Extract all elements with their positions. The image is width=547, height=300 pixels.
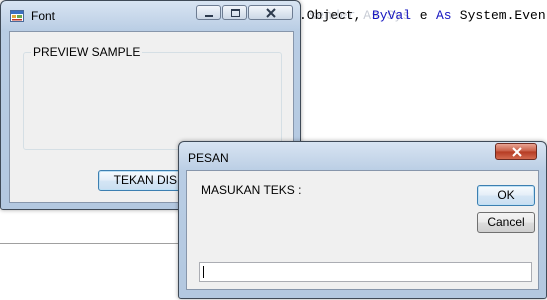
- groupbox-label: PREVIEW SAMPLE: [31, 45, 143, 59]
- code-type-text: System.Even: [452, 8, 546, 23]
- dialog-client-area: MASUKAN TEKS : OK Cancel: [186, 170, 539, 290]
- preview-sample-groupbox: PREVIEW SAMPLE: [23, 45, 282, 150]
- form-app-icon: [10, 9, 24, 22]
- window-title: Font: [31, 9, 56, 23]
- cancel-button[interactable]: Cancel: [477, 212, 535, 233]
- close-icon: [512, 147, 522, 157]
- code-param-e: e: [412, 8, 436, 23]
- maximize-button[interactable]: [222, 5, 247, 20]
- editor-divider: [0, 243, 185, 244]
- prompt-label: MASUKAN TEKS :: [201, 183, 302, 197]
- maximize-icon: [231, 9, 240, 17]
- pesan-dialog: PESAN MASUKAN TEKS : OK Cancel: [178, 141, 547, 299]
- minimize-icon: [205, 15, 213, 17]
- ok-button[interactable]: OK: [477, 185, 535, 206]
- text-caret: [203, 266, 204, 278]
- minimize-button[interactable]: [196, 5, 221, 20]
- code-keyword-byval: ByVal: [372, 8, 412, 23]
- close-icon: [266, 8, 276, 18]
- close-button[interactable]: [248, 5, 293, 20]
- dialog-title: PESAN: [188, 151, 229, 165]
- code-object-text: .Object,: [299, 8, 370, 23]
- code-keyword-as: As: [436, 8, 452, 23]
- text-input-field[interactable]: [199, 262, 532, 282]
- dialog-close-button[interactable]: [495, 143, 537, 160]
